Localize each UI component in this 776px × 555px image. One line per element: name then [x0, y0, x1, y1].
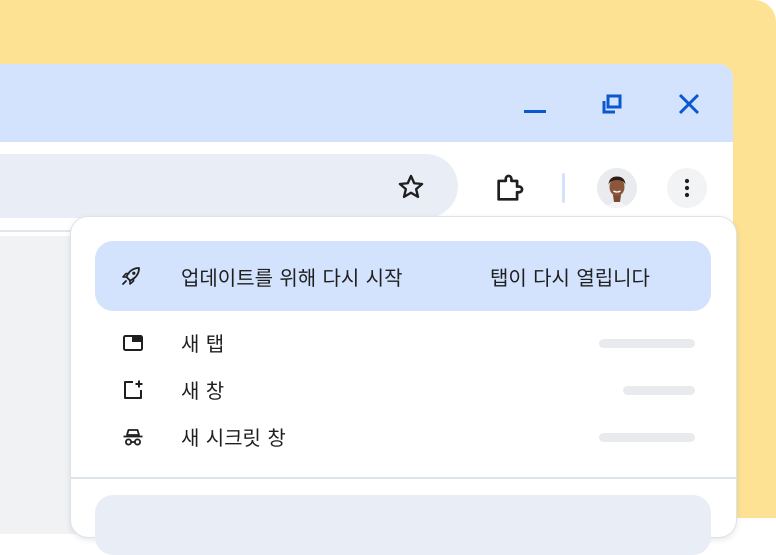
rocket-icon	[122, 267, 140, 285]
minimize-button[interactable]	[516, 86, 552, 122]
restore-icon	[602, 94, 622, 114]
incognito-icon	[123, 429, 143, 446]
minimize-icon	[524, 110, 546, 113]
menu-item-new-incognito-window[interactable]: 새 시크릿 창	[71, 413, 736, 461]
more-vert-icon	[684, 178, 690, 198]
close-window-button[interactable]	[671, 86, 707, 122]
menu-separator	[71, 477, 736, 479]
restore-button[interactable]	[594, 86, 630, 122]
shortcut-placeholder	[599, 433, 695, 442]
address-bar[interactable]	[0, 154, 458, 218]
restart-to-update-label: 업데이트를 위해 다시 시작	[181, 266, 403, 290]
tabs-reopen-note: 탭이 다시 열립니다	[490, 266, 650, 290]
menu-item-next-section[interactable]	[95, 495, 711, 555]
restart-to-update-item[interactable]: 업데이트를 위해 다시 시작 탭이 다시 열립니다	[95, 241, 711, 311]
menu-item-label: 새 창	[181, 379, 225, 403]
new-tab-icon	[123, 335, 143, 351]
avatar-icon	[597, 168, 637, 208]
title-bar	[0, 64, 733, 142]
star-icon	[398, 174, 424, 199]
menu-item-new-window[interactable]: 새 창	[71, 366, 736, 414]
puzzle-icon	[497, 174, 524, 201]
new-window-icon	[124, 380, 143, 399]
menu-item-label: 새 탭	[181, 332, 225, 356]
close-icon	[678, 93, 700, 115]
shortcut-placeholder	[623, 386, 695, 395]
menu-item-label: 새 시크릿 창	[181, 426, 286, 450]
extensions-button[interactable]	[492, 170, 528, 206]
more-menu-button[interactable]	[667, 168, 707, 208]
shortcut-placeholder	[599, 339, 695, 348]
bookmark-button[interactable]	[394, 170, 428, 204]
app-menu: 업데이트를 위해 다시 시작 탭이 다시 열립니다 새 탭 새 창 새 시크릿 …	[70, 216, 737, 555]
menu-item-new-tab[interactable]: 새 탭	[71, 319, 736, 367]
profile-avatar[interactable]	[597, 168, 637, 208]
toolbar-divider	[562, 173, 565, 203]
